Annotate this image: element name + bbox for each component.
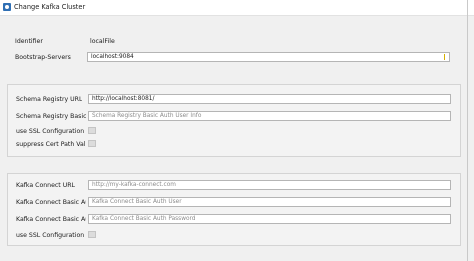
identifier-value: localFile bbox=[90, 38, 115, 45]
kafka-ssl-label: use SSL Configuration bbox=[16, 232, 85, 239]
schema-registry-url-label: Schema Registry URL bbox=[16, 96, 83, 103]
kafka-connect-url-placeholder: http://my-kafka-connect.com bbox=[92, 182, 176, 188]
schema-registry-auth-input[interactable]: Schema Registry Basic Auth User Info bbox=[88, 111, 451, 121]
suppress-cert-checkbox[interactable] bbox=[88, 140, 96, 147]
schema-registry-url-input[interactable]: http://localhost:8081/ bbox=[88, 94, 451, 104]
kafka-ssl-checkbox[interactable] bbox=[88, 231, 96, 238]
window-edge bbox=[467, 0, 468, 261]
kafka-connect-password-placeholder: Kafka Connect Basic Auth Password bbox=[92, 216, 196, 222]
schema-ssl-checkbox[interactable] bbox=[88, 127, 96, 134]
kafka-connect-section: Kafka Connect URL http://my-kafka-connec… bbox=[7, 173, 461, 246]
title-bar: Change Kafka Cluster bbox=[0, 0, 474, 16]
suppress-cert-label: suppress Cert Path Validati... bbox=[16, 141, 86, 148]
kafka-connect-user-label: Kafka Connect Basic Auth ... bbox=[16, 199, 86, 206]
schema-registry-url-value: http://localhost:8081/ bbox=[92, 96, 155, 102]
kafka-connect-url-label: Kafka Connect URL bbox=[16, 182, 75, 189]
identifier-label: Identifier bbox=[15, 38, 43, 45]
bootstrap-servers-input[interactable]: localhost:9084 bbox=[87, 52, 450, 62]
general-section: Identifier localFile Bootstrap-Servers l… bbox=[7, 32, 461, 70]
text-caret bbox=[444, 54, 445, 60]
kafka-connect-password-input[interactable]: Kafka Connect Basic Auth Password bbox=[88, 214, 451, 224]
window-title: Change Kafka Cluster bbox=[14, 3, 86, 11]
schema-registry-auth-placeholder: Schema Registry Basic Auth User Info bbox=[92, 113, 202, 119]
kafka-connect-url-input[interactable]: http://my-kafka-connect.com bbox=[88, 180, 451, 190]
kafka-connect-user-placeholder: Kafka Connect Basic Auth User bbox=[92, 199, 182, 205]
bootstrap-servers-label: Bootstrap-Servers bbox=[15, 54, 71, 61]
schema-registry-section: Schema Registry URL http://localhost:808… bbox=[7, 84, 461, 157]
app-icon bbox=[3, 3, 11, 11]
kafka-connect-user-input[interactable]: Kafka Connect Basic Auth User bbox=[88, 197, 451, 207]
schema-ssl-label: use SSL Configuration bbox=[16, 128, 85, 135]
bootstrap-servers-value: localhost:9084 bbox=[91, 54, 134, 60]
schema-registry-auth-label: Schema Registry Basic Auth ... bbox=[16, 113, 86, 120]
kafka-connect-password-label: Kafka Connect Basic Auth ... bbox=[16, 216, 86, 223]
